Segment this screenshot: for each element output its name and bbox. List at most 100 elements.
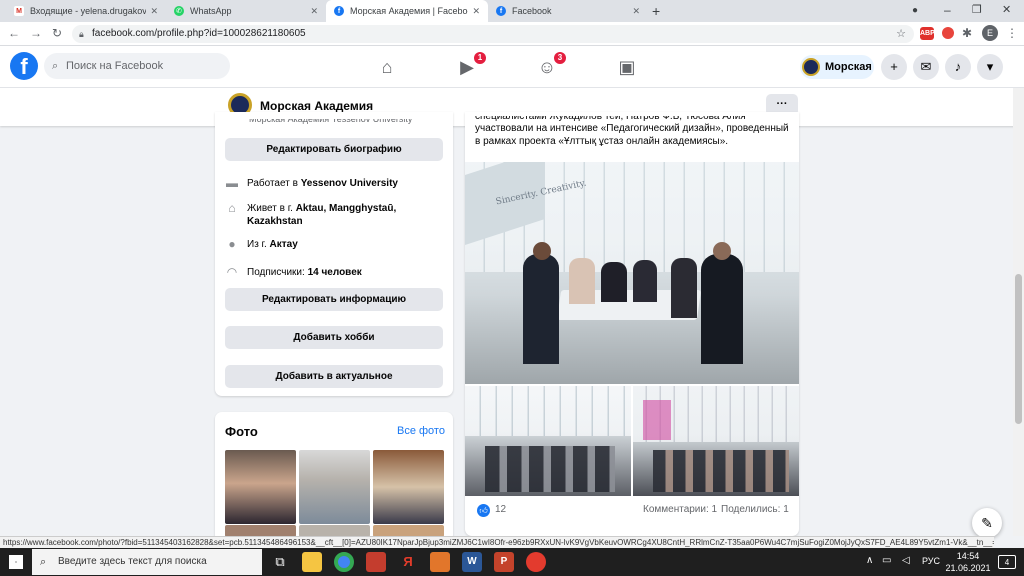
from-place-link[interactable]: Актау (270, 239, 298, 250)
notifications-icon[interactable]: 4 (998, 555, 1016, 569)
tab-search-icon[interactable]: ● (912, 5, 918, 16)
post-card: специалистами Жукадилов тей, Патров Ф.Б,… (465, 112, 799, 536)
yandex-icon[interactable]: Я (398, 552, 418, 572)
post-photo-2[interactable] (465, 386, 631, 496)
followers-count-link[interactable]: 14 человек (308, 267, 362, 278)
post-main-photo[interactable]: Sincerity. Creativity. (465, 162, 799, 384)
messenger-icon[interactable]: ✉ (913, 54, 939, 80)
new-message-button[interactable]: ✎ (972, 508, 1002, 538)
photo-thumbnail[interactable] (299, 450, 370, 524)
edit-info-button[interactable]: Редактировать информацию (225, 288, 443, 311)
avatar (802, 58, 820, 76)
minimize-button[interactable]: – (944, 3, 951, 17)
post-photo-3[interactable] (633, 386, 799, 496)
reload-icon[interactable]: ↻ (52, 26, 62, 40)
acrobat-icon[interactable] (366, 552, 386, 572)
create-plus-icon[interactable]: + (881, 54, 907, 80)
yandex-browser-icon[interactable] (526, 552, 546, 572)
puzzle-icon[interactable]: ✱ (962, 26, 972, 40)
works-place-link[interactable]: Yessenov University (301, 178, 398, 189)
search-icon: ⌕ (52, 60, 59, 72)
photo-thumbnail[interactable] (373, 450, 444, 524)
profile-avatar[interactable]: E (982, 25, 998, 41)
close-icon[interactable]: ✕ (632, 6, 640, 17)
language-indicator[interactable]: РУС (922, 556, 940, 566)
powerpoint-icon[interactable]: P (494, 552, 514, 572)
profile-chip[interactable]: Морская (800, 55, 874, 79)
tab-gmail[interactable]: M Входящие - yelena.drugakova@... ✕ (6, 0, 166, 22)
people-shapes (485, 446, 615, 492)
like-reaction-icon[interactable]: 👍︎ (477, 504, 490, 517)
url-input[interactable]: 🔒︎ facebook.com/profile.php?id=100028621… (72, 25, 914, 43)
shares-count[interactable]: Поделились: 1 (721, 504, 789, 515)
likes-count[interactable]: 12 (495, 504, 506, 515)
from-row: ● Из г. Актау (225, 237, 298, 252)
tray-chevron-icon[interactable]: ∧ (866, 555, 873, 566)
groups-icon[interactable]: ☺ 3 (534, 52, 566, 80)
person-shape (701, 254, 743, 364)
gmail-icon: M (14, 6, 24, 16)
clock-date[interactable]: 21.06.2021 (944, 563, 992, 573)
comments-count[interactable]: Комментарии: 1 (643, 504, 717, 515)
windows-search-input[interactable]: ⌕ Введите здесь текст для поиска (32, 549, 262, 575)
window-grid (465, 386, 631, 436)
star-icon[interactable]: ☆ (896, 25, 906, 43)
file-explorer-icon[interactable] (302, 552, 322, 572)
watch-icon[interactable]: ▶ 1 (454, 52, 486, 80)
intro-card: Морская Академия Yessenov University Ред… (215, 112, 453, 396)
edit-bio-button[interactable]: Редактировать биографию (225, 138, 443, 161)
person-shape (601, 262, 627, 302)
new-tab-button[interactable]: + (652, 3, 660, 19)
tab-facebook[interactable]: f Facebook ✕ (488, 0, 648, 22)
home-icon[interactable]: ⌂ (374, 54, 400, 80)
photo-thumbnail[interactable] (225, 450, 296, 524)
link-status-bar: https://www.facebook.com/photo/?fbid=511… (0, 536, 994, 548)
add-hobby-button[interactable]: Добавить хобби (225, 326, 443, 349)
windows-start-icon[interactable] (9, 555, 23, 569)
windows-taskbar: ⌕ Введите здесь текст для поиска ⧉ Я W P… (0, 548, 1024, 576)
lives-prefix: Живет в г. (247, 203, 296, 214)
tab-morskaya-akademiya[interactable]: f Морская Академия | Facebook ✕ (326, 0, 488, 22)
profile-name[interactable]: Морская Академия (260, 99, 373, 113)
chrome-icon[interactable] (334, 552, 354, 572)
tab-whatsapp[interactable]: ✆ WhatsApp ✕ (166, 0, 326, 22)
browser-tab-strip: M Входящие - yelena.drugakova@... ✕ ✆ Wh… (0, 0, 1024, 22)
maximize-button[interactable]: ❐ (972, 3, 982, 16)
clock-time[interactable]: 14:54 (948, 551, 988, 561)
works-at-row: ▬ Работает в Yessenov University (225, 177, 398, 191)
person-shape (569, 258, 595, 304)
network-icon[interactable]: ▭ (882, 555, 891, 566)
all-photos-link[interactable]: Все фото (397, 425, 445, 437)
forward-arrow-icon[interactable]: → (30, 26, 42, 40)
close-icon[interactable]: ✕ (150, 6, 158, 17)
close-window-button[interactable]: ✕ (1002, 3, 1011, 16)
facebook-logo[interactable]: f (10, 52, 38, 80)
word-icon[interactable]: W (462, 552, 482, 572)
task-view-icon[interactable]: ⧉ (270, 552, 290, 572)
back-arrow-icon[interactable]: ← (8, 26, 20, 40)
volume-icon[interactable]: ◁ (902, 555, 910, 566)
home-icon: ⌂ (228, 201, 236, 215)
lock-icon: 🔒︎ (79, 29, 84, 39)
facebook-search-input[interactable]: ⌕ Поиск на Facebook (44, 53, 230, 79)
lives-in-row: ⌂ Живет в г. Aktau, Mangghystaū, Kazakhs… (225, 202, 425, 228)
close-icon[interactable]: ✕ (472, 6, 480, 17)
account-menu-icon[interactable]: ▾ (977, 54, 1003, 80)
person-shape (671, 258, 697, 318)
location-pin-icon: ● (228, 237, 236, 251)
add-featured-button[interactable]: Добавить в актуальное (225, 365, 443, 388)
close-icon[interactable]: ✕ (310, 6, 318, 17)
url-text: facebook.com/profile.php?id=100028621180… (92, 28, 306, 39)
scrollbar-thumb[interactable] (1015, 274, 1022, 424)
gaming-icon[interactable]: ▣ (614, 54, 640, 80)
followers-row: ◠ Подписчики: 14 человек (225, 266, 362, 280)
page-scrollbar[interactable] (1013, 88, 1024, 536)
post-text: специалистами Жукадилов тей, Патров Ф.Б,… (475, 116, 795, 148)
adblock-icon[interactable]: ABP (920, 27, 935, 40)
app-orange-icon[interactable] (430, 552, 450, 572)
facebook-icon: f (334, 6, 344, 16)
extension-red-icon[interactable] (942, 27, 954, 39)
watch-badge: 1 (474, 52, 486, 64)
notifications-bell-icon[interactable]: ♪ (945, 54, 971, 80)
kebab-menu-icon[interactable]: ⋮ (1006, 26, 1018, 40)
